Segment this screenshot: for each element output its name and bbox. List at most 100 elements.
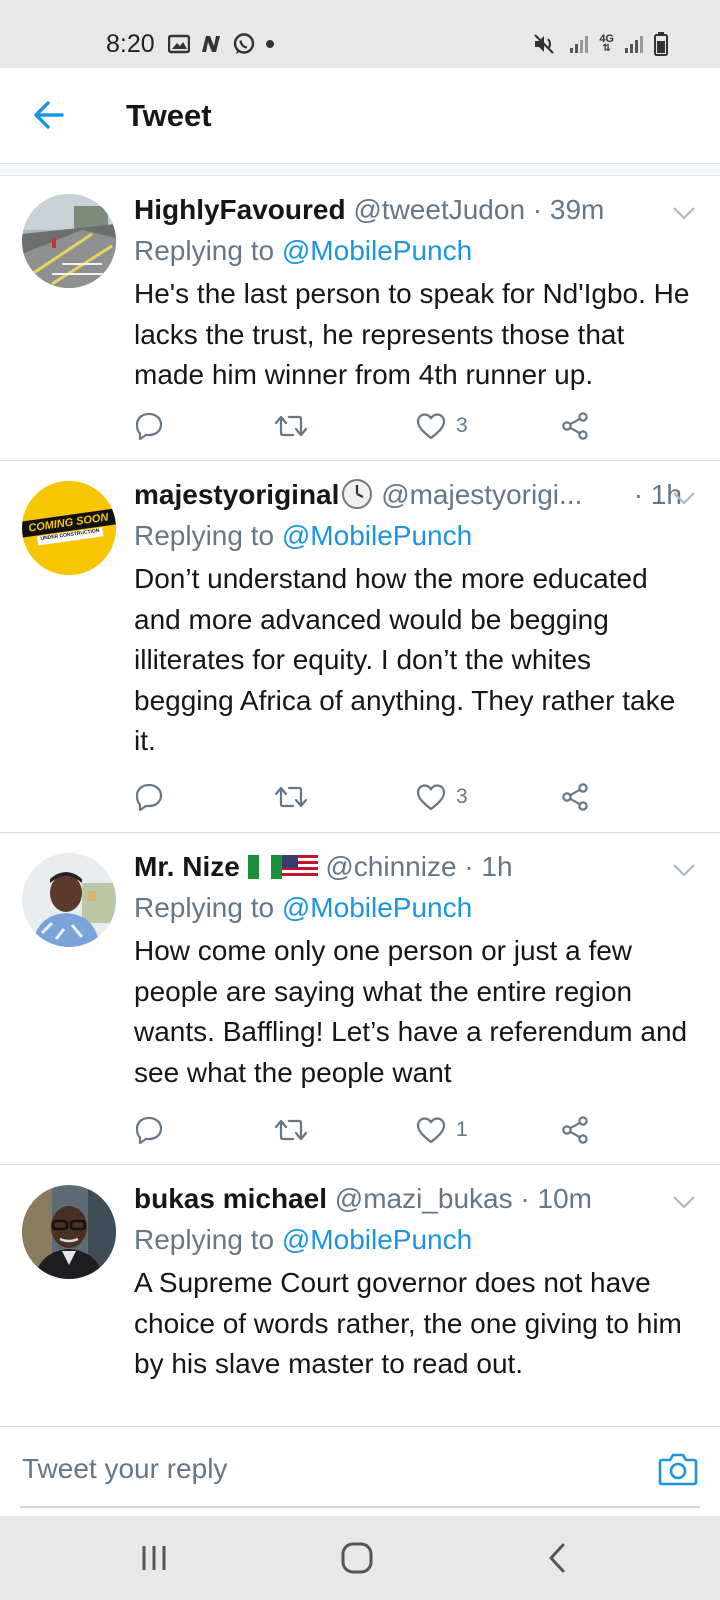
share-button[interactable] bbox=[560, 777, 590, 817]
chevron-down-icon[interactable] bbox=[672, 491, 696, 505]
tweet-time: · 1h bbox=[464, 851, 513, 882]
dot-icon bbox=[266, 40, 274, 48]
reply-composer bbox=[0, 1426, 720, 1516]
reply-button[interactable] bbox=[134, 1110, 164, 1150]
tweet-text: Don’t understand how the more educated a… bbox=[134, 563, 676, 756]
retweet-button[interactable] bbox=[274, 777, 308, 817]
replying-to: Replying to @MobilePunch bbox=[134, 515, 698, 557]
mention-link[interactable]: @MobilePunch bbox=[282, 235, 472, 266]
reply-button[interactable] bbox=[134, 406, 164, 446]
home-icon[interactable] bbox=[335, 1536, 379, 1580]
tweet-item[interactable]: bukas michael @mazi_bukas · 10m Replying… bbox=[0, 1165, 720, 1427]
chevron-down-icon[interactable] bbox=[672, 1195, 696, 1209]
like-count: 1 bbox=[456, 1118, 468, 1141]
top-app-bar: Tweet bbox=[0, 68, 720, 164]
signal-icon bbox=[625, 36, 643, 53]
nigeria-flag-icon bbox=[247, 855, 282, 879]
like-button[interactable]: 1 bbox=[416, 1110, 468, 1150]
signal-icon bbox=[570, 36, 589, 53]
composer-underline bbox=[20, 1506, 700, 1508]
tweet-text: How come only one person or just a few p… bbox=[134, 935, 688, 1088]
page-title: Tweet bbox=[126, 98, 212, 133]
tweet-time: · 10m bbox=[520, 1183, 592, 1214]
display-name[interactable]: bukas michael bbox=[134, 1183, 327, 1214]
reply-button[interactable] bbox=[134, 777, 164, 817]
reply-icon bbox=[135, 783, 163, 812]
reply-input[interactable] bbox=[22, 1447, 622, 1491]
mention-link[interactable]: @MobilePunch bbox=[282, 520, 472, 551]
system-nav-bar bbox=[0, 1516, 720, 1600]
share-icon bbox=[562, 412, 588, 440]
share-button[interactable] bbox=[560, 1110, 590, 1150]
battery-icon bbox=[654, 32, 668, 56]
tweet-text: He's the last person to speak for Nd'Igb… bbox=[134, 278, 690, 390]
tweet-content: majestyoriginal @majestyorigi... · 1h Re… bbox=[134, 475, 698, 762]
back-arrow-icon[interactable] bbox=[28, 94, 70, 136]
status-bar: 8:20 4G ⇅ bbox=[0, 0, 720, 68]
avatar[interactable]: COMING SOON UNDER CONSTRUCTION bbox=[22, 481, 116, 575]
recents-icon[interactable] bbox=[132, 1536, 176, 1580]
clock-emoji-icon bbox=[342, 479, 373, 509]
heart-icon bbox=[416, 784, 446, 811]
chevron-down-icon[interactable] bbox=[672, 206, 696, 220]
tweet-text: A Supreme Court governor does not have c… bbox=[134, 1267, 682, 1379]
tweet-header: bukas michael @mazi_bukas · 10m bbox=[134, 1179, 698, 1219]
tweet-content: HighlyFavoured @tweetJudon · 39m Replyin… bbox=[134, 190, 698, 396]
tweet-item[interactable]: Mr. Nize @chinnize · 1h Replying to @Mob… bbox=[0, 833, 720, 1165]
replying-prefix: Replying to bbox=[134, 235, 282, 266]
display-name[interactable]: Mr. Nize bbox=[134, 851, 240, 882]
header-divider bbox=[0, 164, 720, 176]
mute-icon bbox=[534, 34, 555, 54]
camera-icon[interactable] bbox=[658, 1451, 698, 1487]
replying-prefix: Replying to bbox=[134, 520, 282, 551]
tweet-header: majestyoriginal @majestyorigi... · 1h bbox=[134, 475, 698, 515]
tweet-actions: 1 bbox=[134, 1110, 614, 1150]
share-icon bbox=[562, 783, 588, 811]
share-icon bbox=[562, 1116, 588, 1144]
chevron-down-icon[interactable] bbox=[672, 863, 696, 877]
user-handle[interactable]: @tweetJudon bbox=[353, 194, 525, 225]
n-app-icon bbox=[202, 36, 220, 52]
reply-icon bbox=[135, 1116, 163, 1145]
retweet-button[interactable] bbox=[274, 1110, 308, 1150]
tweet-header: HighlyFavoured @tweetJudon · 39m bbox=[134, 190, 698, 230]
heart-icon bbox=[416, 413, 446, 440]
replying-to: Replying to @MobilePunch bbox=[134, 230, 698, 272]
retweet-icon bbox=[274, 415, 308, 437]
replying-to: Replying to @MobilePunch bbox=[134, 887, 698, 929]
user-handle[interactable]: @majestyorigi... bbox=[381, 479, 582, 510]
reply-icon bbox=[135, 412, 163, 441]
tweet-header: Mr. Nize @chinnize · 1h bbox=[134, 847, 698, 887]
tweet-content: Mr. Nize @chinnize · 1h Replying to @Mob… bbox=[134, 847, 698, 1093]
back-icon[interactable] bbox=[536, 1536, 580, 1580]
tweet-item[interactable]: COMING SOON UNDER CONSTRUCTION majestyor… bbox=[0, 461, 720, 833]
retweet-icon bbox=[274, 786, 308, 808]
road-photo-icon bbox=[22, 194, 116, 288]
tweet-item[interactable]: HighlyFavoured @tweetJudon · 39m Replyin… bbox=[0, 176, 720, 461]
status-time: 8:20 bbox=[106, 30, 155, 58]
status-left-icons bbox=[168, 32, 275, 56]
avatar[interactable] bbox=[22, 1185, 116, 1279]
replying-to: Replying to @MobilePunch bbox=[134, 1219, 698, 1261]
display-name[interactable]: HighlyFavoured bbox=[134, 194, 346, 225]
tweet-actions: 3 bbox=[134, 777, 614, 817]
avatar[interactable] bbox=[22, 194, 116, 288]
user-handle[interactable]: @chinnize bbox=[325, 851, 456, 882]
person-photo-icon bbox=[22, 853, 116, 947]
gallery-icon bbox=[168, 34, 190, 54]
like-count: 3 bbox=[456, 785, 468, 808]
mention-link[interactable]: @MobilePunch bbox=[282, 1224, 472, 1255]
user-handle[interactable]: @mazi_bukas bbox=[335, 1183, 513, 1214]
like-button[interactable]: 3 bbox=[416, 406, 468, 446]
heart-icon bbox=[416, 1117, 446, 1144]
tweet-actions: 3 bbox=[134, 406, 614, 446]
display-name[interactable]: majestyoriginal bbox=[134, 479, 339, 510]
mention-link[interactable]: @MobilePunch bbox=[282, 892, 472, 923]
avatar[interactable] bbox=[22, 853, 116, 947]
retweet-button[interactable] bbox=[274, 406, 308, 446]
usa-flag-icon bbox=[281, 855, 318, 879]
like-count: 3 bbox=[456, 414, 468, 437]
like-button[interactable]: 3 bbox=[416, 777, 468, 817]
share-button[interactable] bbox=[560, 406, 590, 446]
whatsapp-icon bbox=[233, 33, 255, 54]
